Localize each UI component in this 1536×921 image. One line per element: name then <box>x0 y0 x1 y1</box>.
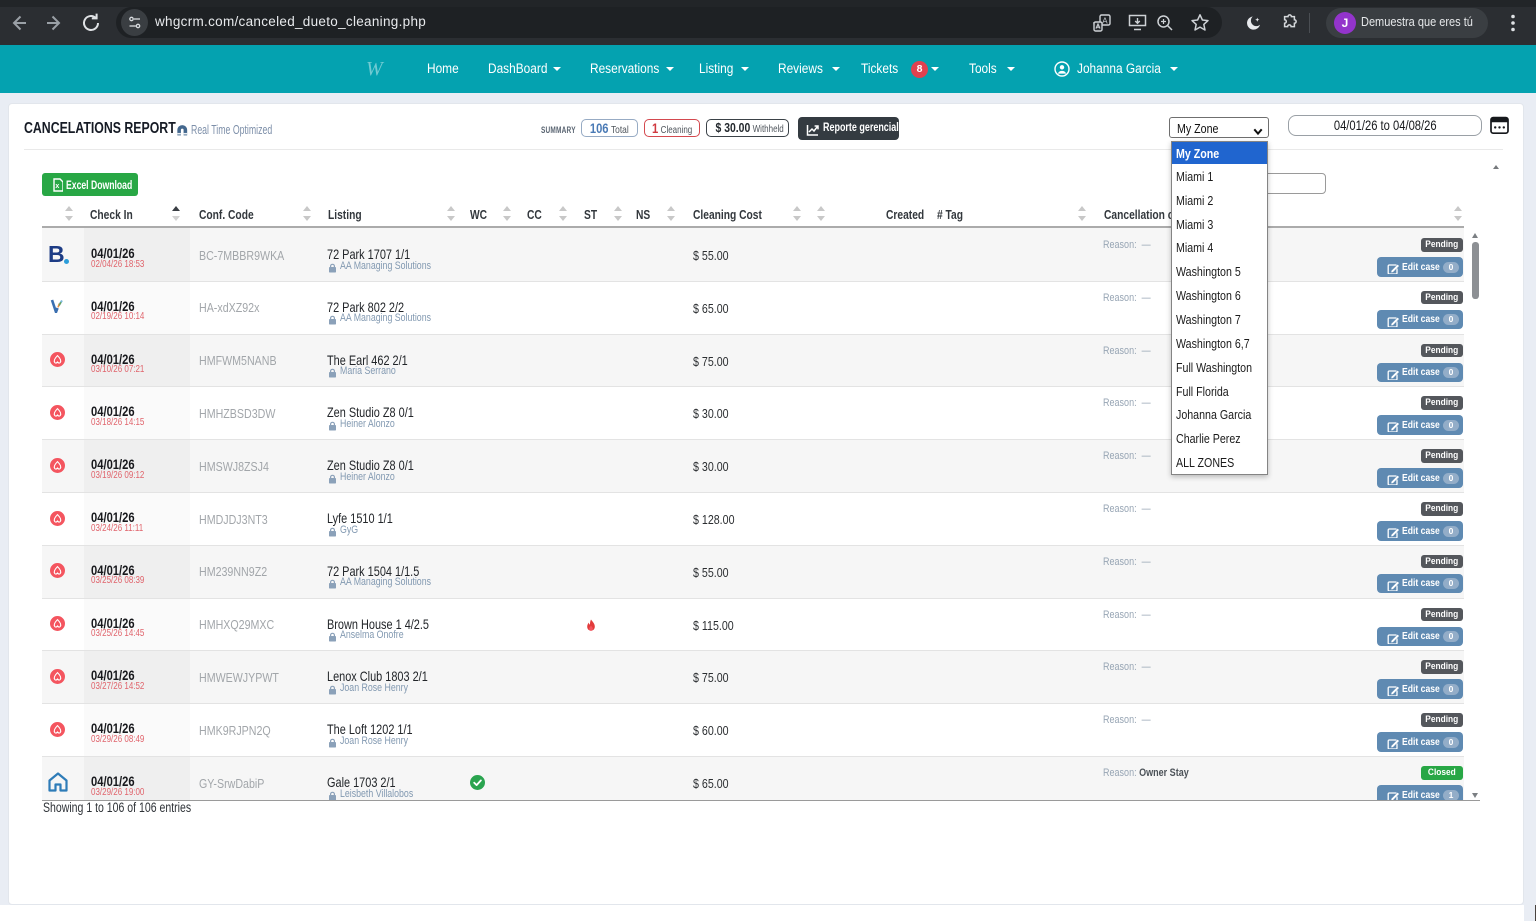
svg-text:x: x <box>55 183 59 190</box>
svg-text:A: A <box>1102 16 1108 25</box>
